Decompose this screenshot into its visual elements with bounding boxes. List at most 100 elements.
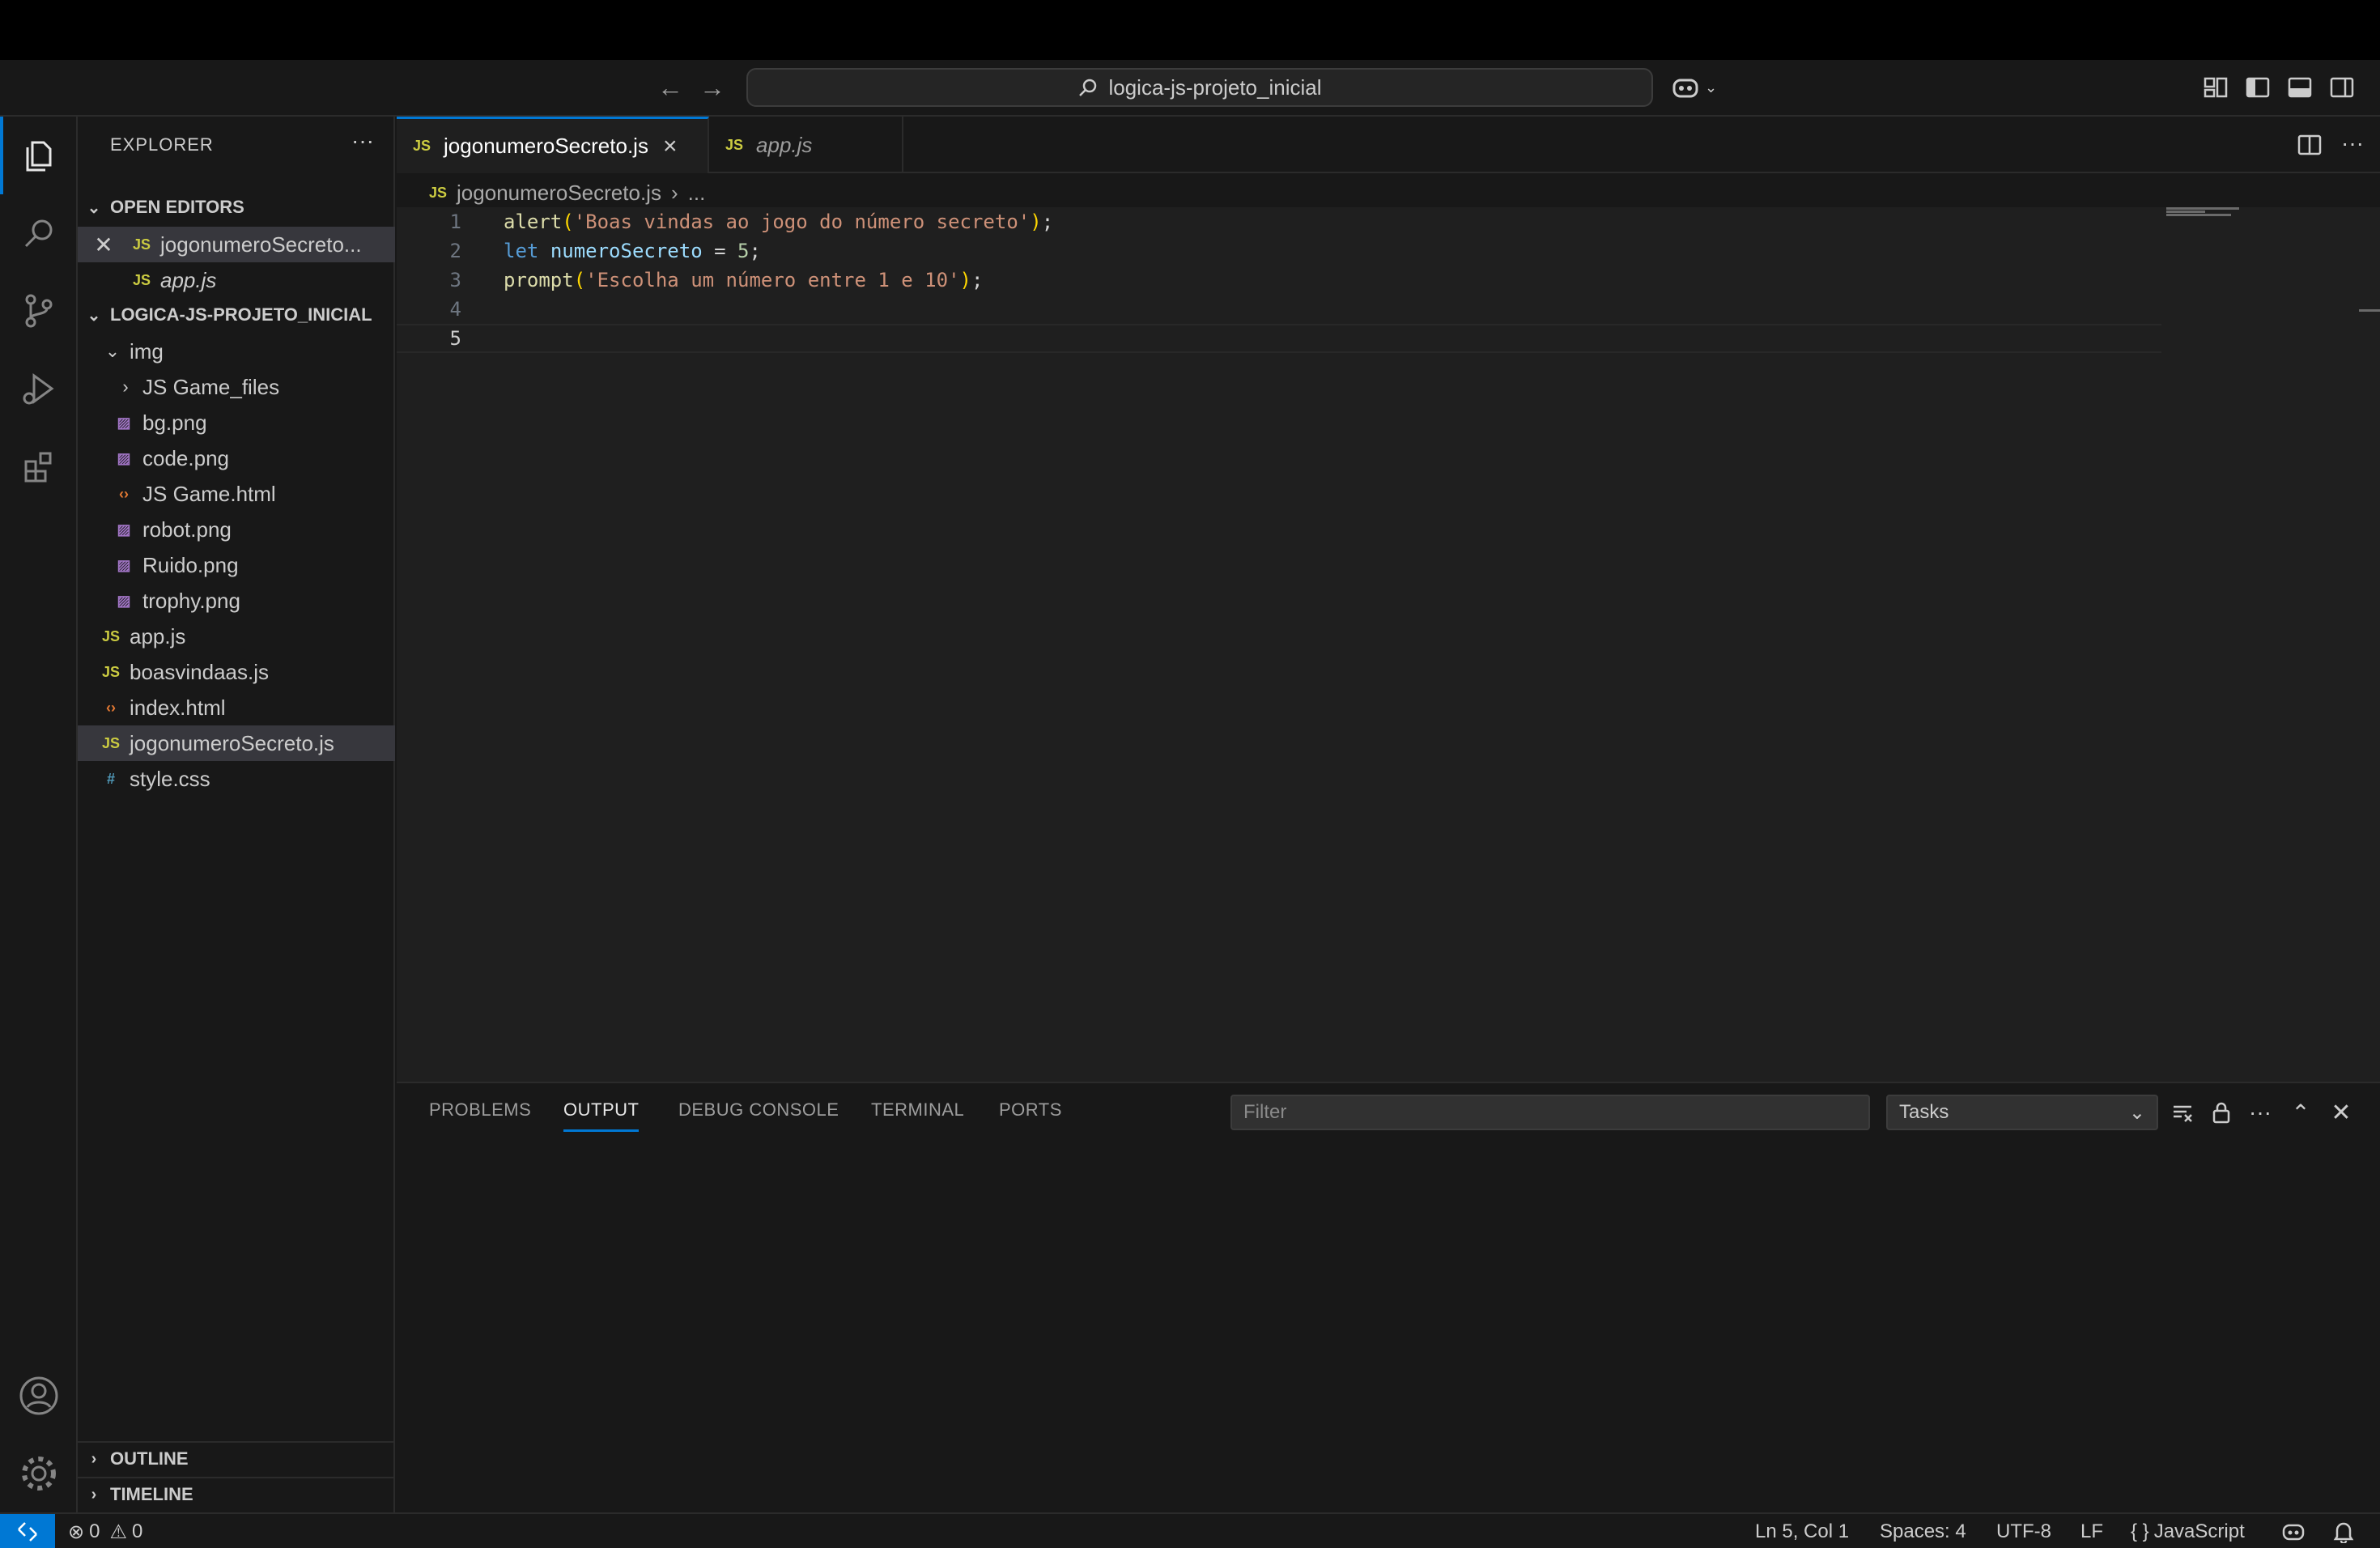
- indentation-status[interactable]: Spaces: 4: [1880, 1514, 1966, 1548]
- breadcrumb-symbol[interactable]: ...: [688, 181, 706, 206]
- tree-item-label: trophy.png: [142, 588, 240, 613]
- tree-item-label: index.html: [130, 695, 226, 720]
- tab-terminal[interactable]: TERMINAL: [871, 1099, 964, 1132]
- tab-ports[interactable]: PORTS: [999, 1099, 1062, 1132]
- customize-layout-icon[interactable]: [2202, 74, 2229, 101]
- chevron-down-icon: ⌄: [87, 306, 101, 325]
- explorer-icon[interactable]: [0, 117, 78, 194]
- tree-item-label: bg.png: [142, 410, 207, 435]
- code-line[interactable]: 3 prompt('Escolha um número entre 1 e 10'…: [397, 266, 2161, 295]
- source-control-icon[interactable]: [0, 272, 78, 350]
- close-icon[interactable]: ✕: [78, 232, 130, 258]
- eol-status[interactable]: LF: [2080, 1514, 2103, 1548]
- code-text: let numeroSecreto = 5;: [504, 240, 761, 262]
- code-line[interactable]: 4: [397, 295, 2161, 324]
- toggle-secondary-sidebar-icon[interactable]: [2328, 74, 2356, 101]
- js-file-icon: JS: [725, 136, 744, 153]
- search-icon[interactable]: [0, 194, 78, 272]
- close-icon[interactable]: ✕: [2325, 1096, 2357, 1129]
- code-line[interactable]: 1 alert('Boas vindas ao jogo do número se…: [397, 207, 2161, 236]
- tree-item-folder[interactable]: ⌄ img: [78, 334, 395, 369]
- editor-tab-bar: JS jogonumeroSecreto.js × JS app.js ···: [397, 117, 2380, 173]
- more-actions-icon[interactable]: ···: [351, 128, 374, 154]
- code-line[interactable]: 2 let numeroSecreto = 5;: [397, 236, 2161, 266]
- open-editor-item[interactable]: JS app.js: [78, 262, 395, 298]
- menu-bar: [0, 0, 2380, 60]
- extensions-icon[interactable]: [0, 427, 78, 505]
- tree-item-file[interactable]: ▨ robot.png: [78, 512, 395, 547]
- tab-debug-console[interactable]: DEBUG CONSOLE: [678, 1099, 839, 1132]
- title-bar: ← → logica-js-projeto_inicial ⌄: [0, 60, 2380, 117]
- tab-jogonumerosecreto[interactable]: JS jogonumeroSecreto.js ×: [397, 117, 709, 173]
- tab-problems[interactable]: PROBLEMS: [429, 1099, 531, 1132]
- command-center-search[interactable]: logica-js-projeto_inicial: [746, 68, 1653, 107]
- arrow-right-icon[interactable]: →: [696, 71, 729, 104]
- tree-item-file[interactable]: JS app.js: [78, 619, 395, 654]
- cursor-position[interactable]: Ln 5, Col 1: [1755, 1514, 1849, 1548]
- split-editor-icon[interactable]: [2296, 131, 2323, 159]
- clear-output-icon[interactable]: [2166, 1096, 2199, 1129]
- status-bar: ⊗ 0 ⚠ 0 Ln 5, Col 1 Spaces: 4 UTF-8 LF {…: [0, 1512, 2380, 1548]
- tab-app-js[interactable]: JS app.js: [709, 117, 903, 173]
- breadcrumb-file[interactable]: jogonumeroSecreto.js: [457, 181, 661, 206]
- problems-status[interactable]: ⊗ 0 ⚠ 0: [68, 1514, 142, 1548]
- project-folder-header[interactable]: ⌄ LOGICA-JS-PROJETO_INICIAL: [78, 298, 395, 332]
- tab-output[interactable]: OUTPUT: [563, 1099, 640, 1132]
- more-actions-icon[interactable]: ···: [2244, 1096, 2276, 1129]
- scrollbar[interactable]: [2359, 309, 2380, 312]
- tree-item-file[interactable]: ▨ Ruido.png: [78, 547, 395, 583]
- toggle-primary-sidebar-icon[interactable]: [2244, 74, 2272, 101]
- tree-item-file[interactable]: ▨ bg.png: [78, 405, 395, 440]
- warning-icon: ⚠: [109, 1520, 127, 1543]
- image-file-icon: ▨: [117, 449, 131, 466]
- tree-item-folder[interactable]: › JS Game_files: [78, 369, 395, 405]
- minimap[interactable]: [2166, 207, 2280, 240]
- open-editor-item[interactable]: ✕ JS jogonumeroSecreto...: [78, 227, 395, 262]
- accounts-icon[interactable]: [0, 1357, 78, 1435]
- open-editors-header[interactable]: ⌄ OPEN EDITORS: [78, 190, 395, 224]
- js-file-icon: JS: [101, 627, 121, 644]
- bell-icon[interactable]: [2333, 1514, 2354, 1548]
- arrow-left-icon[interactable]: ←: [654, 71, 686, 104]
- output-channel-select[interactable]: Tasks ⌄: [1886, 1095, 2158, 1130]
- bottom-panel: PROBLEMS OUTPUT DEBUG CONSOLE TERMINAL P…: [397, 1082, 2380, 1512]
- tree-item-file[interactable]: # style.css: [78, 761, 395, 797]
- tree-item-file[interactable]: ‹› index.html: [78, 690, 395, 725]
- tree-item-file[interactable]: JS boasvindaas.js: [78, 654, 395, 690]
- tree-item-file[interactable]: ▨ trophy.png: [78, 583, 395, 619]
- output-channel-label: Tasks: [1899, 1101, 1949, 1123]
- tree-item-file[interactable]: ▨ code.png: [78, 440, 395, 476]
- language-label: JavaScript: [2153, 1520, 2245, 1542]
- tree-item-file[interactable]: JS jogonumeroSecreto.js: [78, 725, 395, 761]
- toggle-panel-icon[interactable]: [2286, 74, 2314, 101]
- search-icon: [1079, 79, 1097, 96]
- tree-item-label: style.css: [130, 766, 210, 791]
- close-icon[interactable]: ×: [663, 133, 678, 160]
- code-line[interactable]: 5: [397, 324, 2161, 353]
- language-mode[interactable]: { } JavaScript: [2131, 1514, 2245, 1548]
- chevron-up-icon[interactable]: ⌃: [2284, 1096, 2317, 1129]
- outline-header[interactable]: › OUTLINE: [78, 1441, 395, 1475]
- remote-icon[interactable]: [0, 1514, 55, 1548]
- more-actions-icon[interactable]: ···: [2341, 131, 2364, 159]
- copilot-icon[interactable]: [2281, 1514, 2306, 1548]
- line-number: 2: [449, 240, 461, 262]
- code-editor[interactable]: 1 alert('Boas vindas ao jogo do número se…: [397, 207, 2380, 1082]
- error-count: 0: [89, 1520, 100, 1542]
- chevron-down-icon: ⌄: [2128, 1101, 2145, 1124]
- tree-item-file[interactable]: ‹› JS Game.html: [78, 476, 395, 512]
- section-label: TIMELINE: [110, 1484, 193, 1504]
- section-label: OPEN EDITORS: [110, 197, 244, 217]
- timeline-header[interactable]: › TIMELINE: [78, 1477, 395, 1511]
- lock-icon[interactable]: [2205, 1096, 2238, 1129]
- command-center-label: logica-js-projeto_inicial: [1108, 74, 1322, 100]
- chevron-right-icon: ›: [122, 376, 129, 397]
- image-file-icon: ▨: [117, 521, 131, 538]
- gear-icon[interactable]: [0, 1435, 78, 1512]
- copilot-button[interactable]: ⌄: [1671, 71, 1726, 104]
- encoding-status[interactable]: UTF-8: [1996, 1514, 2051, 1548]
- output-filter-input[interactable]: [1230, 1095, 1870, 1130]
- chevron-right-icon: ›: [91, 1449, 97, 1468]
- tab-label: app.js: [756, 132, 813, 157]
- run-debug-icon[interactable]: [0, 350, 78, 427]
